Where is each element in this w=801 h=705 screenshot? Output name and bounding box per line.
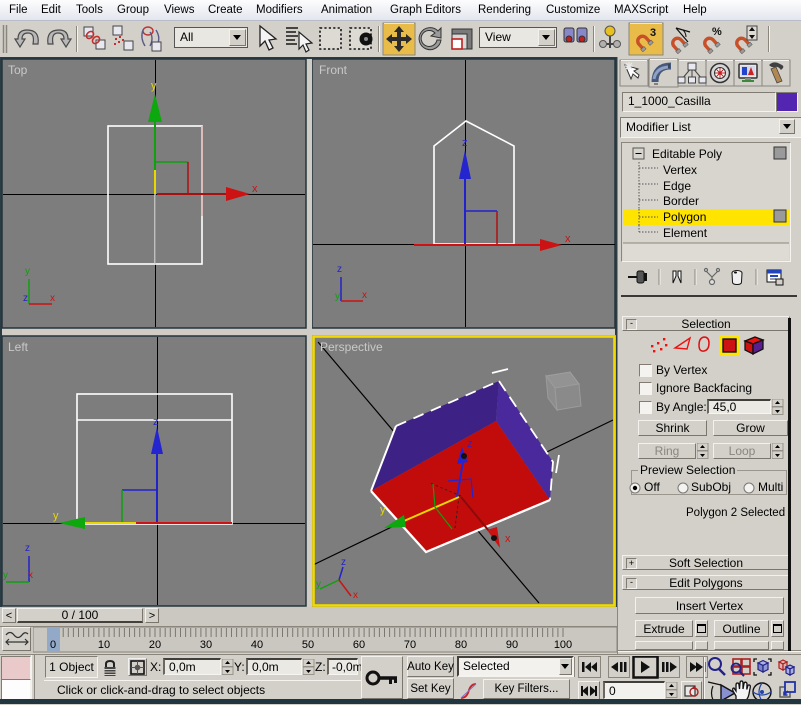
svg-text:Element: Element	[663, 226, 708, 240]
svg-text:z: z	[462, 137, 468, 149]
svg-text:Left: Left	[8, 340, 29, 354]
svg-text:50: 50	[302, 639, 314, 651]
svg-text:90: 90	[506, 639, 518, 651]
svg-text:x: x	[362, 290, 367, 301]
svg-text:Edge: Edge	[663, 179, 691, 193]
svg-text:x: x	[28, 570, 33, 581]
svg-text:z: z	[337, 264, 342, 275]
svg-text:y: y	[151, 80, 157, 92]
svg-text:x: x	[565, 233, 571, 245]
svg-text:y: y	[335, 291, 340, 302]
svg-text:%: %	[712, 26, 722, 38]
svg-text:3: 3	[650, 27, 656, 39]
svg-text:z: z	[25, 543, 30, 554]
svg-text:x: x	[252, 183, 258, 195]
svg-text:30: 30	[200, 639, 212, 651]
svg-text:y: y	[316, 579, 321, 590]
svg-text:y: y	[380, 504, 386, 516]
svg-text:0: 0	[50, 639, 56, 651]
svg-text:z: z	[341, 557, 346, 568]
svg-text:Top: Top	[8, 63, 28, 77]
svg-text:Polygon: Polygon	[663, 210, 706, 224]
svg-text:x: x	[353, 590, 358, 601]
svg-text:60: 60	[353, 639, 365, 651]
svg-text:Border: Border	[663, 194, 699, 208]
svg-text:70: 70	[404, 639, 416, 651]
svg-text:Editable Poly: Editable Poly	[652, 147, 722, 161]
svg-text:y: y	[25, 266, 30, 277]
svg-text:x: x	[505, 533, 511, 545]
svg-text:z: z	[153, 416, 159, 428]
svg-text:Perspective: Perspective	[320, 340, 383, 354]
svg-text:Front: Front	[319, 63, 348, 77]
svg-text:y: y	[3, 570, 8, 581]
svg-text:x: x	[50, 293, 55, 304]
svg-text:100: 100	[554, 639, 572, 651]
svg-text:y: y	[53, 510, 59, 522]
svg-text:z: z	[467, 438, 473, 450]
svg-text:10: 10	[98, 639, 110, 651]
svg-text:z: z	[23, 293, 28, 304]
svg-text:40: 40	[251, 639, 263, 651]
svg-text:80: 80	[455, 639, 467, 651]
svg-text:Vertex: Vertex	[663, 163, 697, 177]
svg-text:20: 20	[149, 639, 161, 651]
